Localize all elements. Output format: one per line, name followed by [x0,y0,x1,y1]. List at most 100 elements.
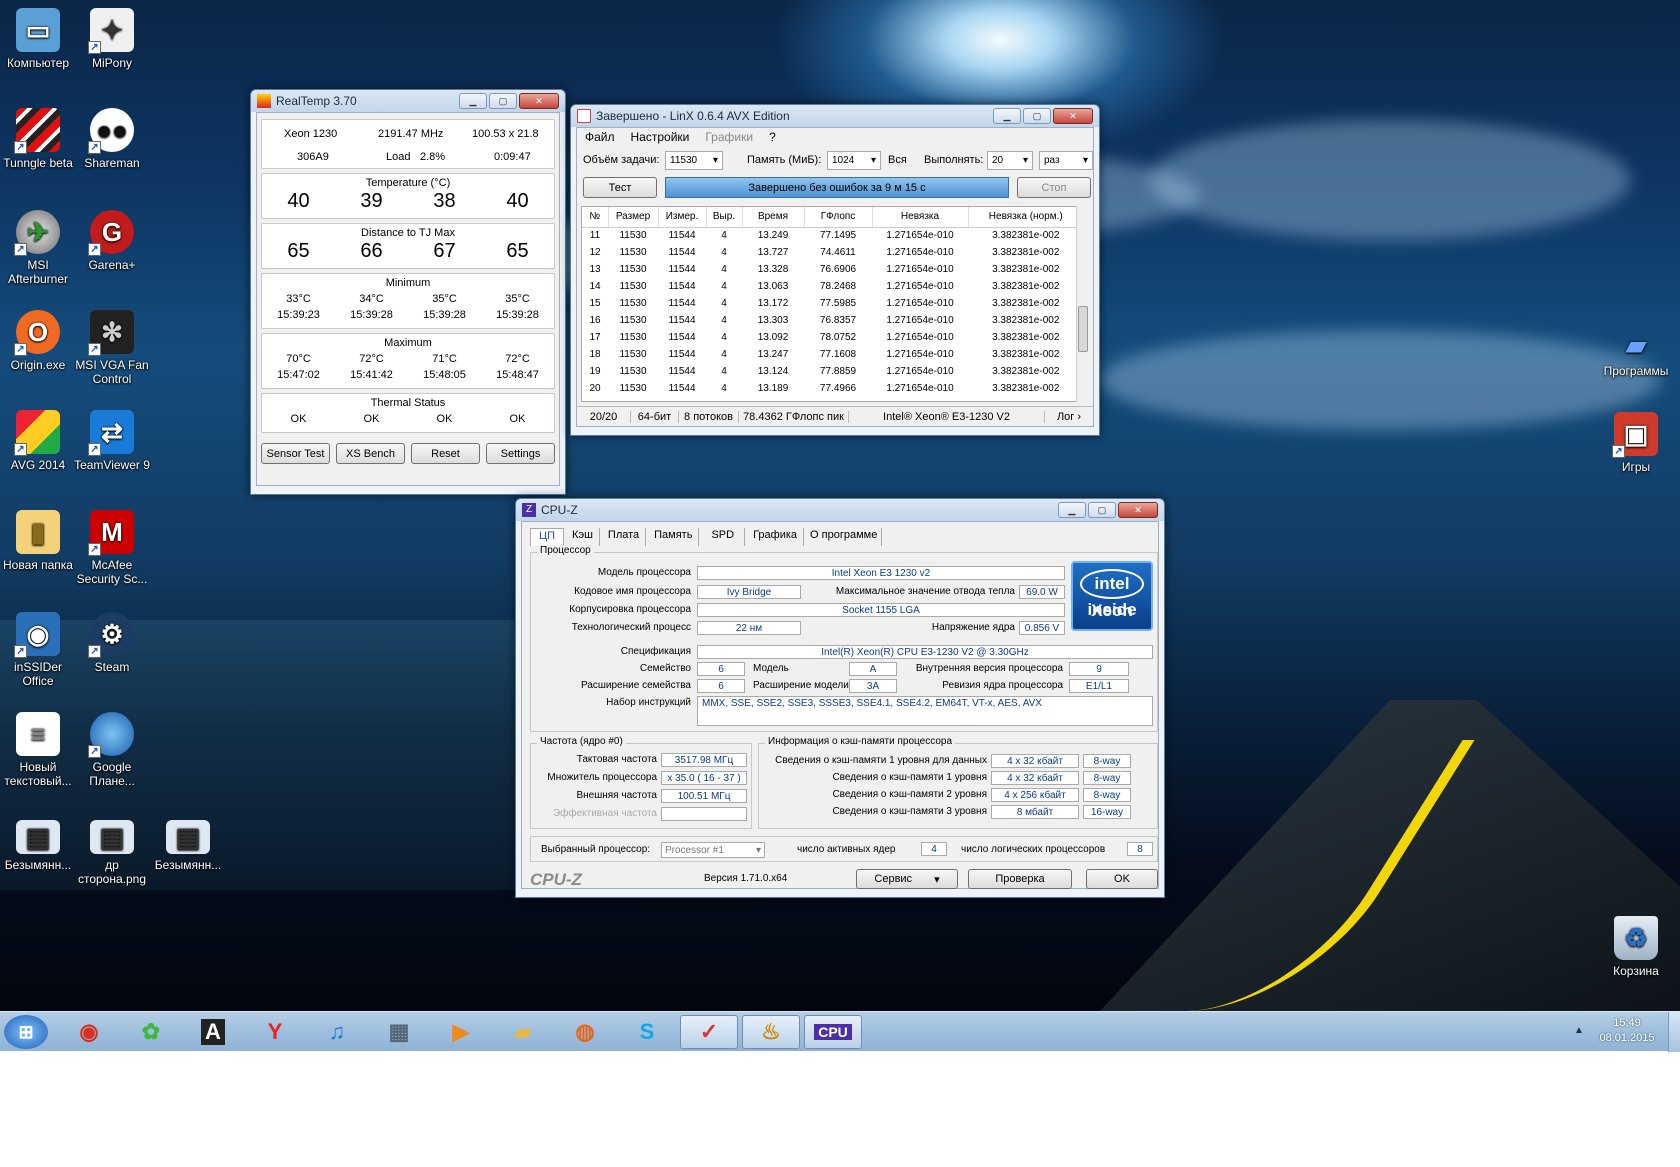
minimize-icon[interactable]: ▁ [459,93,487,109]
desktop-icon-textfile[interactable]: ≡ Новый текстовый... [0,712,76,788]
tray-expand-icon[interactable]: ▲ [1574,1025,1584,1036]
taskbar-media-player[interactable]: ▶ [434,1015,488,1049]
desktop-icon-image-1[interactable]: ▤ Безымянн... [0,820,76,872]
taskbar-yandex[interactable]: Y [248,1015,302,1049]
desktop-icon-steam[interactable]: ⚙ ↗ Steam [74,612,150,674]
realtemp-titlebar[interactable]: RealTemp 3.70 ▁ ▢ ✕ [251,90,565,112]
col-residual-norm[interactable]: Невязка (норм.) [968,207,1084,228]
linx-window[interactable]: Завершено - LinX 0.6.4 AVX Edition ▁ ▢ ✕ Ф… [570,104,1100,436]
desktop-icon-fan[interactable]: ✻ ↗ MSI VGA Fan Control [74,310,150,386]
memory-select[interactable]: 1024 ▾ [827,151,881,170]
tab-memory[interactable]: Память [648,528,700,546]
tab-cache[interactable]: Кэш [566,528,600,546]
maximize-icon[interactable]: ▢ [1088,502,1116,518]
desktop-icon-tunngle[interactable]: ↗ Tunngle beta [0,108,76,170]
desktop-icon-garena[interactable]: G ↗ Garena+ [74,210,150,272]
cpuz-window[interactable]: Z CPU-Z ▁ ▢ ✕ ЦП Кэш Плата Память SPD Граф… [515,498,1165,898]
desktop-icon-games[interactable]: ▣ ↗ Игры [1596,412,1676,474]
col-align[interactable]: Выр. [706,207,743,228]
desktop-icon-image-2[interactable]: ▤ др сторона.png [74,820,150,886]
desktop-icon-origin[interactable]: O ↗ Origin.exe [0,310,76,372]
taskbar-aimp[interactable]: A [186,1015,240,1049]
tab-graphics[interactable]: Графика [747,528,805,546]
realtemp-window[interactable]: RealTemp 3.70 ▁ ▢ ✕ Xeon 1230 2191.47 MHz … [250,89,566,495]
task-size-select[interactable]: 11530 ▾ [665,151,723,170]
table-row[interactable]: 13 11530 11544 4 13.328 76.6906 1.271654e-010 3… [582,261,1084,278]
taskbar-firefox[interactable]: ◍ [558,1015,612,1049]
table-row[interactable]: 20 11530 11544 4 13.189 77.4966 1.271654e-010 3… [582,380,1084,397]
taskbar-itunes[interactable]: ♫ [310,1015,364,1049]
tab-cpu[interactable]: ЦП [530,528,565,546]
test-button[interactable]: Тест [583,177,657,198]
stop-button[interactable]: Стоп [1017,177,1091,198]
cpuz-titlebar[interactable]: Z CPU-Z ▁ ▢ ✕ [516,499,1164,521]
desktop-icon-mipony[interactable]: ✦ ↗ MiPony [74,8,150,70]
taskbar-explorer[interactable]: ▰ [496,1015,550,1049]
desktop-icon-folder[interactable]: ▮ Новая папка [0,510,76,572]
table-row[interactable]: 15 11530 11544 4 13.172 77.5985 1.271654e-010 3… [582,295,1084,312]
close-icon[interactable]: ✕ [519,93,559,109]
col-measure[interactable]: Измер. [658,207,707,228]
menu-graphs[interactable]: Графики [705,130,753,144]
desktop-icon-mcafee[interactable]: M ↗ McAfee Security Sc... [74,510,150,586]
table-row[interactable]: 17 11530 11544 4 13.092 78.0752 1.271654e-010 3… [582,329,1084,346]
table-row[interactable]: 16 11530 11544 4 13.303 76.8357 1.271654e-010 3… [582,312,1084,329]
col-time[interactable]: Время [742,207,805,228]
table-row[interactable]: 19 11530 11544 4 13.124 77.8859 1.271654e-010 3… [582,363,1084,380]
menu-settings[interactable]: Настройки [631,130,690,144]
minimize-icon[interactable]: ▁ [1058,502,1086,518]
desktop-icon-programs[interactable]: ▰ Программы [1596,330,1676,378]
taskbar-icq[interactable]: ✿ [124,1015,178,1049]
tab-about[interactable]: О программе [806,528,883,546]
log-button[interactable]: Лог › [1045,411,1093,423]
close-icon[interactable]: ✕ [1118,502,1158,518]
menu-file[interactable]: Файл [585,130,615,144]
sensor-test-button[interactable]: Sensor Test [261,443,330,464]
taskbar-chrome[interactable]: ◉ [62,1015,116,1049]
desktop-icon-afterburner[interactable]: ✈ ↗ MSI Afterburner [0,210,76,286]
desktop-icon-teamviewer[interactable]: ⇄ ↗ TeamViewer 9 [74,410,150,472]
desktop-icon-image-3[interactable]: ▤ Безымянн... [150,820,226,872]
maximize-icon[interactable]: ▢ [1023,108,1051,124]
close-icon[interactable]: ✕ [1053,108,1093,124]
desktop-icon-computer[interactable]: ▭ Компьютер [0,8,76,70]
col-gflops[interactable]: ГФлопс [804,207,873,228]
taskbar-realtemp[interactable]: ♨ [742,1015,800,1049]
taskbar-linx[interactable]: ✓ [680,1015,738,1049]
xs-bench-button[interactable]: XS Bench [336,443,405,464]
desktop-icon-inssider[interactable]: ◉ ↗ inSSIDer Office [0,612,76,688]
tray-clock[interactable]: 15:49 08.01.2015 [1592,1016,1662,1046]
taskbar-skype[interactable]: S [620,1015,674,1049]
menu-help[interactable]: ? [769,130,776,144]
desktop-icon-google-earth[interactable]: ↗ Google Плане... [74,712,150,788]
minimize-icon[interactable]: ▁ [993,108,1021,124]
tab-spd[interactable]: SPD [701,528,746,546]
memory-all-label[interactable]: Вся [888,154,907,166]
taskbar-calculator[interactable]: ▦ [372,1015,426,1049]
col-size[interactable]: Размер [608,207,659,228]
start-button[interactable]: ⊞ [4,1015,48,1049]
run-count-select[interactable]: 20 ▾ [987,151,1033,170]
desktop-icon-shareman[interactable]: ●● ↗ Shareman [74,108,150,170]
service-button[interactable]: Сервис ▾ [856,869,958,889]
table-row[interactable]: 12 11530 11544 4 13.727 74.4611 1.271654e-010 3… [582,244,1084,261]
validate-button[interactable]: Проверка [968,869,1072,889]
col-residual[interactable]: Невязка [872,207,969,228]
processor-select[interactable]: Processor #1 ▾ [661,842,765,858]
reset-button[interactable]: Reset [411,443,480,464]
scrollbar-thumb[interactable] [1078,306,1088,352]
ok-button[interactable]: OK [1086,869,1158,889]
table-row[interactable]: 14 11530 11544 4 13.063 78.2468 1.271654e-010 3… [582,278,1084,295]
taskbar-cpuz[interactable]: CPU [804,1015,862,1049]
settings-button[interactable]: Settings [486,443,555,464]
results-scrollbar[interactable] [1076,206,1089,402]
show-desktop-button[interactable] [1668,1012,1680,1052]
tab-mainboard[interactable]: Плата [602,528,647,546]
maximize-icon[interactable]: ▢ [489,93,517,109]
run-unit-select[interactable]: раз ▾ [1039,151,1093,170]
table-row[interactable]: 11 11530 11544 4 13.249 77.1495 1.271654e-010 3… [582,227,1084,244]
linx-titlebar[interactable]: Завершено - LinX 0.6.4 AVX Edition ▁ ▢ ✕ [571,105,1099,127]
table-row[interactable]: 18 11530 11544 4 13.247 77.1608 1.271654e-010 3… [582,346,1084,363]
desktop-icon-avg[interactable]: ↗ AVG 2014 [0,410,76,472]
desktop-icon-recycle-bin[interactable]: ♻ Корзина [1596,916,1676,978]
